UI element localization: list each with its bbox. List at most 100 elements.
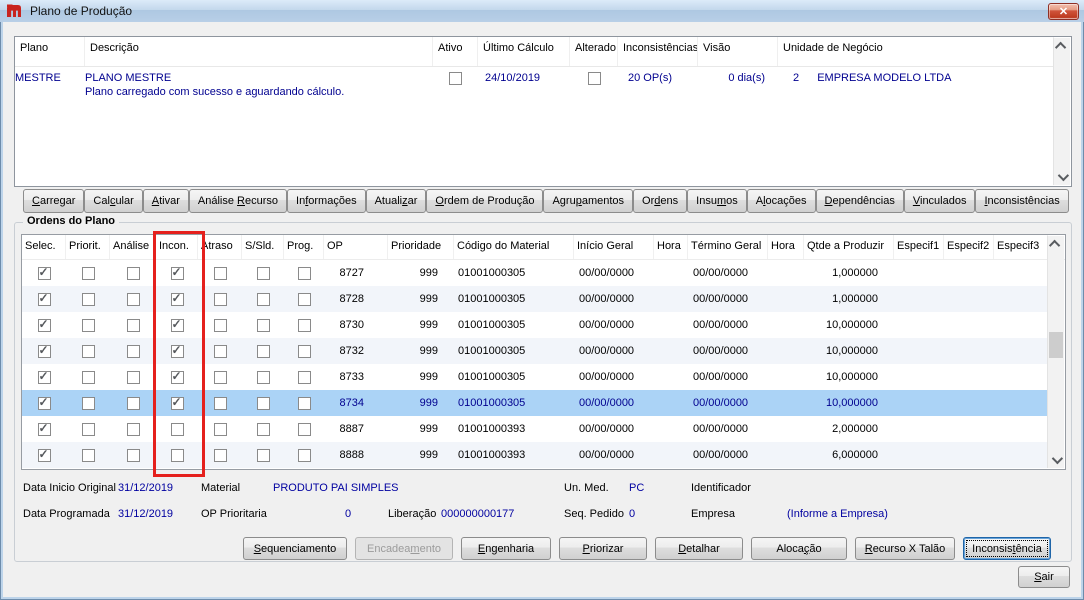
checkbox-prog[interactable] — [297, 292, 311, 306]
checkbox-prog[interactable] — [297, 448, 311, 462]
plans-column-header-descricao[interactable]: Descrição — [85, 37, 433, 66]
orders-column-header-termino-geral-12[interactable]: Término Geral — [688, 235, 768, 259]
orders-column-header-analise-2[interactable]: Análise — [110, 235, 156, 259]
orders-column-header-priorit-1[interactable]: Priorit. — [66, 235, 110, 259]
action-button-recurso-x-talao[interactable]: Recurso X Talão — [855, 537, 955, 560]
action-button-inconsistencia[interactable]: Inconsistência — [963, 537, 1051, 560]
plans-column-header-inconsistencias[interactable]: Inconsistências — [618, 37, 698, 66]
checkbox-selec[interactable] — [37, 396, 51, 410]
toolbar-button-agrupamentos[interactable]: Agrupamentos — [543, 189, 634, 213]
toolbar-button-dependencias[interactable]: Dependências — [815, 189, 904, 213]
checkbox-prog[interactable] — [297, 344, 311, 358]
scroll-down-icon[interactable] — [1054, 169, 1070, 185]
checkbox-ssld[interactable] — [256, 266, 270, 280]
toolbar-button-inconsistencias[interactable]: Inconsistências — [975, 189, 1069, 213]
checkbox-selec[interactable] — [37, 370, 51, 384]
action-button-engenharia[interactable]: Engenharia — [461, 537, 551, 560]
checkbox-atraso[interactable] — [213, 318, 227, 332]
plans-column-header-alterado[interactable]: Alterado — [570, 37, 618, 66]
checkbox-prog[interactable] — [297, 266, 311, 280]
orders-column-header-especif1-15[interactable]: Especif1 — [894, 235, 944, 259]
toolbar-button-ordens[interactable]: Ordens — [633, 189, 688, 213]
order-row-8734[interactable]: 8734 999 01001000305 00/00/0000 00/00/0000 10… — [22, 390, 1048, 416]
plans-scrollbar[interactable] — [1053, 38, 1070, 185]
checkbox-ssld[interactable] — [256, 370, 270, 384]
orders-column-header-inicio-geral-10[interactable]: Início Geral — [574, 235, 654, 259]
toolbar-button-vinculados[interactable]: Vinculados — [903, 189, 976, 213]
checkbox-atraso[interactable] — [213, 422, 227, 436]
checkbox-incon[interactable] — [170, 422, 184, 436]
toolbar-button-analise-recurso[interactable]: Análise Recurso — [188, 189, 288, 213]
orders-column-header-codigo-do-material-9[interactable]: Código do Material — [454, 235, 574, 259]
checkbox-incon[interactable] — [170, 266, 184, 280]
checkbox-priorit[interactable] — [81, 422, 95, 436]
checkbox-ssld[interactable] — [256, 344, 270, 358]
order-row-8728[interactable]: 8728 999 01001000305 00/00/0000 00/00/0000 1,… — [22, 286, 1048, 312]
checkbox-analise[interactable] — [126, 448, 140, 462]
checkbox-atraso[interactable] — [213, 448, 227, 462]
order-row-8888[interactable]: 8888 999 01001000393 00/00/0000 00/00/0000 6,… — [22, 442, 1048, 468]
plans-column-header-ativo[interactable]: Ativo — [433, 37, 478, 66]
orders-column-header-especif2-16[interactable]: Especif2 — [944, 235, 994, 259]
order-row-8730[interactable]: 8730 999 01001000305 00/00/0000 00/00/0000 10… — [22, 312, 1048, 338]
action-button-alocacao[interactable]: Alocação — [751, 537, 847, 560]
checkbox-analise[interactable] — [126, 422, 140, 436]
toolbar-button-ordem-de-producao[interactable]: Ordem de Produção — [426, 189, 544, 213]
plans-column-header-plano[interactable]: Plano — [15, 37, 85, 66]
checkbox-atraso[interactable] — [213, 292, 227, 306]
checkbox-analise[interactable] — [126, 370, 140, 384]
plans-column-header-unidade-de-negocio[interactable]: Unidade de Negócio — [778, 37, 1054, 66]
checkbox-prog[interactable] — [297, 422, 311, 436]
action-button-priorizar[interactable]: Priorizar — [559, 537, 647, 560]
checkbox-analise[interactable] — [126, 318, 140, 332]
checkbox-atraso[interactable] — [213, 344, 227, 358]
checkbox-prog[interactable] — [297, 318, 311, 332]
orders-column-header-s-sld-5[interactable]: S/Sld. — [242, 235, 284, 259]
order-row-8887[interactable]: 8887 999 01001000393 00/00/0000 00/00/0000 2,… — [22, 416, 1048, 442]
checkbox-priorit[interactable] — [81, 318, 95, 332]
checkbox-analise[interactable] — [126, 396, 140, 410]
scroll-up-icon[interactable] — [1054, 38, 1070, 54]
checkbox-selec[interactable] — [37, 318, 51, 332]
checkbox-incon[interactable] — [170, 448, 184, 462]
checkbox-analise[interactable] — [126, 344, 140, 358]
checkbox-selec[interactable] — [37, 344, 51, 358]
checkbox-priorit[interactable] — [81, 344, 95, 358]
order-row-8727[interactable]: 8727 999 01001000305 00/00/0000 00/00/0000 1,… — [22, 260, 1048, 286]
toolbar-button-ativar[interactable]: Ativar — [142, 189, 189, 213]
checkbox-atraso[interactable] — [213, 266, 227, 280]
orders-column-header-selec-0[interactable]: Selec. — [22, 235, 66, 259]
checkbox-incon[interactable] — [170, 344, 184, 358]
checkbox-analise[interactable] — [126, 266, 140, 280]
checkbox-ssld[interactable] — [256, 396, 270, 410]
action-button-sequenciamento[interactable]: Sequenciamento — [243, 537, 347, 560]
checkbox-selec[interactable] — [37, 448, 51, 462]
action-button-detalhar[interactable]: Detalhar — [655, 537, 743, 560]
checkbox-ssld[interactable] — [256, 318, 270, 332]
toolbar-button-calcular[interactable]: Calcular — [84, 189, 143, 213]
checkbox-selec[interactable] — [37, 292, 51, 306]
orders-column-header-op-7[interactable]: OP — [324, 235, 388, 259]
alterado-checkbox[interactable] — [587, 72, 601, 85]
toolbar-button-insumos[interactable]: Insumos — [687, 189, 747, 213]
checkbox-incon[interactable] — [170, 292, 184, 306]
orders-column-header-incon-3[interactable]: Incon. — [156, 235, 198, 259]
checkbox-prog[interactable] — [297, 370, 311, 384]
orders-column-header-prog-6[interactable]: Prog. — [284, 235, 324, 259]
toolbar-button-atualizar[interactable]: Atualizar — [365, 189, 427, 213]
checkbox-atraso[interactable] — [213, 396, 227, 410]
checkbox-priorit[interactable] — [81, 370, 95, 384]
orders-column-header-hora-11[interactable]: Hora — [654, 235, 688, 259]
toolbar-button-carregar[interactable]: Carregar — [23, 189, 85, 213]
orders-column-header-prioridade-8[interactable]: Prioridade — [388, 235, 454, 259]
checkbox-incon[interactable] — [170, 318, 184, 332]
scroll-down-icon[interactable] — [1048, 452, 1064, 468]
checkbox-analise[interactable] — [126, 292, 140, 306]
toolbar-button-informacoes[interactable]: Informações — [287, 189, 366, 213]
plan-row-mestre[interactable]: MESTRE PLANO MESTRE Plano carregado com … — [15, 67, 1054, 111]
close-button[interactable]: ✕ — [1048, 3, 1079, 20]
checkbox-priorit[interactable] — [81, 396, 95, 410]
checkbox-priorit[interactable] — [81, 292, 95, 306]
sair-button[interactable]: Sair — [1018, 566, 1070, 588]
checkbox-selec[interactable] — [37, 266, 51, 280]
